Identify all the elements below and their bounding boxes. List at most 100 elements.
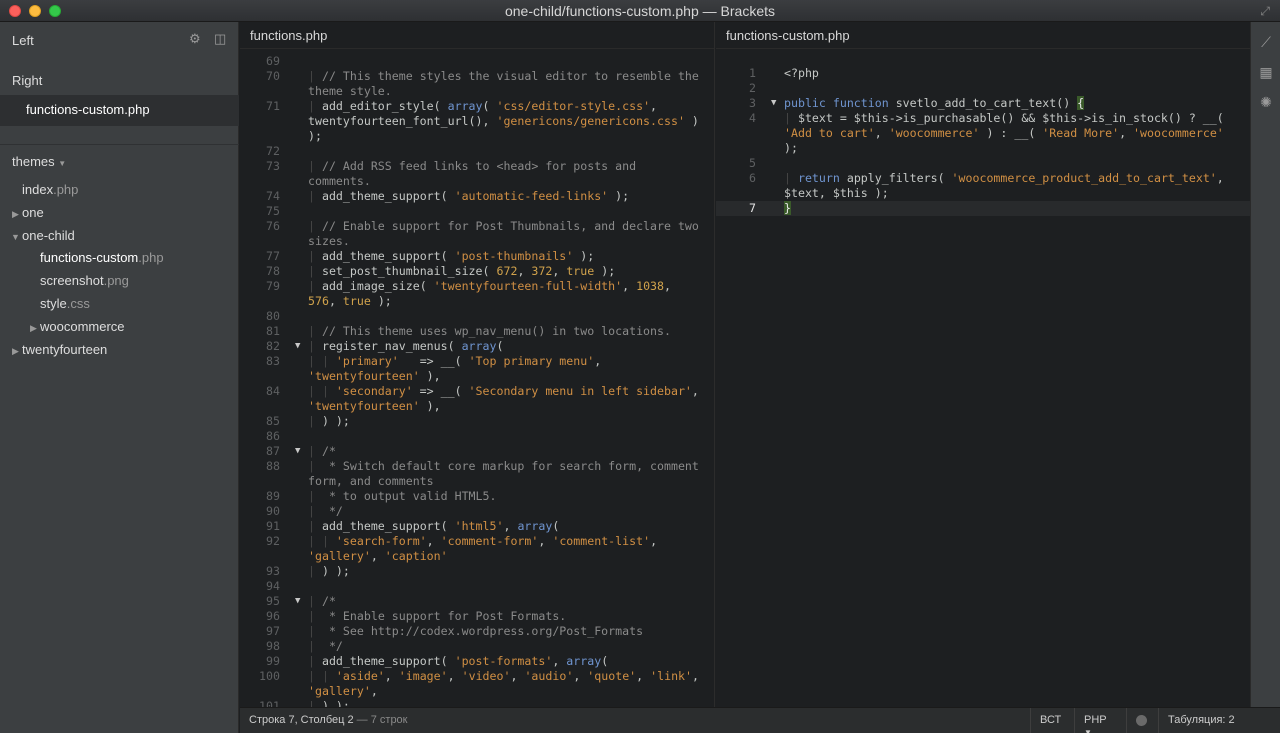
code-line[interactable]: 84 | | 'secondary' => __( 'Secondary menu… bbox=[240, 384, 714, 399]
code-line[interactable]: 100 | | 'aside', 'image', 'video', 'audio… bbox=[240, 669, 714, 684]
fold-arrow-icon[interactable]: ▼ bbox=[771, 96, 776, 111]
chevron-right-icon: ▶ bbox=[12, 346, 19, 356]
code-line[interactable]: form, and comments bbox=[240, 474, 714, 489]
code-text: sizes. bbox=[308, 234, 350, 248]
code-line[interactable]: 71 | add_editor_style( array( 'css/editor… bbox=[240, 99, 714, 114]
code-line[interactable]: 576, true ); bbox=[240, 294, 714, 309]
code-line[interactable]: 'gallery', 'caption' bbox=[240, 549, 714, 564]
tree-file-screenshot[interactable]: screenshot.png bbox=[0, 273, 239, 295]
right-editor-pane[interactable]: functions-custom.php 1 <?php 2 3 ▼ public fun… bbox=[716, 22, 1250, 707]
project-dropdown[interactable]: themes ▼ bbox=[0, 154, 239, 169]
code-line[interactable]: 80 bbox=[240, 309, 714, 324]
code-line[interactable]: 69 bbox=[240, 54, 714, 69]
editor-tab-left[interactable]: functions.php bbox=[240, 22, 714, 49]
code-line[interactable]: 95 ▼ | /* bbox=[240, 594, 714, 609]
lightbulb-icon[interactable]: ✺ bbox=[1257, 94, 1275, 112]
code-text: | * Enable support for Post Formats. bbox=[308, 609, 567, 623]
code-line[interactable]: twentyfourteen_font_url(), 'genericons/g… bbox=[240, 114, 714, 129]
code-line[interactable]: 98 | */ bbox=[240, 639, 714, 654]
code-line[interactable]: 93 | ) ); bbox=[240, 564, 714, 579]
code-line[interactable]: 79 | add_image_size( 'twentyfourteen-full… bbox=[240, 279, 714, 294]
code-line[interactable]: 7} bbox=[716, 201, 1250, 216]
code-line[interactable]: 86 bbox=[240, 429, 714, 444]
code-line[interactable]: 81 | // This theme uses wp_nav_menu() in … bbox=[240, 324, 714, 339]
editor-tab-right[interactable]: functions-custom.php bbox=[716, 22, 1250, 49]
code-line[interactable]: comments. bbox=[240, 174, 714, 189]
code-line[interactable]: 74 | add_theme_support( 'automatic-feed-l… bbox=[240, 189, 714, 204]
code-line[interactable]: 'gallery', bbox=[240, 684, 714, 699]
code-line[interactable]: 90 | */ bbox=[240, 504, 714, 519]
gear-icon[interactable]: ⚙ bbox=[189, 31, 201, 47]
tree-folder-one-child[interactable]: ▼ one-child bbox=[0, 228, 239, 250]
code-line[interactable]: 94 bbox=[240, 579, 714, 594]
tree-folder-one[interactable]: ▶ one bbox=[0, 205, 239, 227]
extension-manager-icon[interactable]: ▦ bbox=[1257, 64, 1275, 82]
working-set-right-header[interactable]: Right bbox=[0, 73, 239, 88]
code-text: theme style. bbox=[308, 84, 392, 98]
code-line[interactable]: 97 | * See http://codex.wordpress.org/Pos… bbox=[240, 624, 714, 639]
code-line[interactable]: 'twentyfourteen' ), bbox=[240, 369, 714, 384]
code-line[interactable]: 6 | return apply_filters( 'woocommerce_pr… bbox=[716, 171, 1250, 186]
code-line[interactable]: 76 | // Enable support for Post Thumbnail… bbox=[240, 219, 714, 234]
code-line[interactable]: sizes. bbox=[240, 234, 714, 249]
code-line[interactable]: 75 bbox=[240, 204, 714, 219]
working-set-left-header[interactable]: Left ⚙ ◫ bbox=[0, 22, 239, 56]
tree-folder-twentyfourteen[interactable]: ▶ twentyfourteen bbox=[0, 342, 239, 364]
code-line[interactable]: $text, $this ); bbox=[716, 186, 1250, 201]
code-line[interactable]: 99 | add_theme_support( 'post-formats', a… bbox=[240, 654, 714, 669]
fold-arrow-icon[interactable]: ▼ bbox=[295, 339, 300, 354]
code-line[interactable]: ); bbox=[240, 129, 714, 144]
code-line[interactable]: 96 | * Enable support for Post Formats. bbox=[240, 609, 714, 624]
code-text: <?php bbox=[784, 66, 819, 80]
code-line[interactable]: 5 bbox=[716, 156, 1250, 171]
code-line[interactable]: 83 | | 'primary' => __( 'Top primary menu… bbox=[240, 354, 714, 369]
code-line[interactable]: 82 ▼ | register_nav_menus( array( bbox=[240, 339, 714, 354]
code-line[interactable]: 4 | $text = $this->is_purchasable() && $t… bbox=[716, 111, 1250, 126]
chevron-right-icon: ▶ bbox=[12, 209, 19, 219]
linter-status[interactable] bbox=[1126, 708, 1158, 733]
code-text: | register_nav_menus( array( bbox=[308, 339, 504, 353]
code-line[interactable]: 'Add to cart', 'woocommerce' ) : __( 'Re… bbox=[716, 126, 1250, 141]
line-number: 88 bbox=[266, 459, 280, 473]
code-line[interactable]: 78 | set_post_thumbnail_size( 672, 372, t… bbox=[240, 264, 714, 279]
code-line[interactable]: theme style. bbox=[240, 84, 714, 99]
code-line[interactable]: 'twentyfourteen' ), bbox=[240, 399, 714, 414]
code-line[interactable]: 92 | | 'search-form', 'comment-form', 'co… bbox=[240, 534, 714, 549]
fold-arrow-icon[interactable]: ▼ bbox=[295, 444, 300, 459]
fold-arrow-icon[interactable]: ▼ bbox=[295, 594, 300, 609]
code-line[interactable]: 70 | // This theme styles the visual edit… bbox=[240, 69, 714, 84]
live-preview-icon[interactable]: ⟋ bbox=[1257, 34, 1275, 52]
code-line[interactable]: 89 | * to output valid HTML5. bbox=[240, 489, 714, 504]
language-select[interactable]: PHP ▼ bbox=[1074, 708, 1126, 733]
tree-folder-woocommerce[interactable]: ▶ woocommerce bbox=[0, 319, 239, 341]
tree-file-index[interactable]: index.php bbox=[0, 182, 239, 204]
split-view-icon[interactable]: ◫ bbox=[214, 31, 226, 47]
tree-file-style[interactable]: style.css bbox=[0, 296, 239, 318]
code-line[interactable]: 77 | add_theme_support( 'post-thumbnails'… bbox=[240, 249, 714, 264]
indent-setting[interactable]: Табуляция: 2 bbox=[1158, 708, 1280, 733]
code-line[interactable]: 101 | ) ); bbox=[240, 699, 714, 707]
fullscreen-icon[interactable]: ⤢ bbox=[1260, 4, 1270, 19]
cursor-position[interactable]: Строка 7, Столбец 2 — 7 строк bbox=[249, 714, 408, 726]
window-title: one-child/functions-custom.php — Bracket… bbox=[504, 3, 775, 19]
line-number: 100 bbox=[259, 669, 280, 683]
line-number: 89 bbox=[266, 489, 280, 503]
code-line[interactable]: 88 | * Switch default core markup for sea… bbox=[240, 459, 714, 474]
overwrite-toggle[interactable]: ВСТ bbox=[1030, 708, 1074, 733]
code-text: ); bbox=[784, 141, 798, 155]
code-text: | /* bbox=[308, 444, 336, 458]
tree-file-functions-custom[interactable]: functions-custom.php bbox=[0, 250, 239, 272]
code-line[interactable]: 73 | // Add RSS feed links to <head> for … bbox=[240, 159, 714, 174]
code-line[interactable]: 1 <?php bbox=[716, 66, 1250, 81]
code-text: | add_editor_style( array( 'css/editor-s… bbox=[308, 99, 658, 113]
left-editor-pane[interactable]: functions.php 69 70 | // This theme styles… bbox=[240, 22, 715, 707]
code-line[interactable]: ); bbox=[716, 141, 1250, 156]
code-line[interactable]: 2 bbox=[716, 81, 1250, 96]
code-line[interactable]: 85 | ) ); bbox=[240, 414, 714, 429]
code-text: twentyfourteen_font_url(), 'genericons/g… bbox=[308, 114, 699, 128]
code-line[interactable]: 3 ▼ public function svetlo_add_to_cart_tex… bbox=[716, 96, 1250, 111]
code-line[interactable]: 87 ▼ | /* bbox=[240, 444, 714, 459]
working-set-file[interactable]: functions-custom.php bbox=[0, 95, 239, 126]
code-line[interactable]: 72 bbox=[240, 144, 714, 159]
code-line[interactable]: 91 | add_theme_support( 'html5', array( bbox=[240, 519, 714, 534]
